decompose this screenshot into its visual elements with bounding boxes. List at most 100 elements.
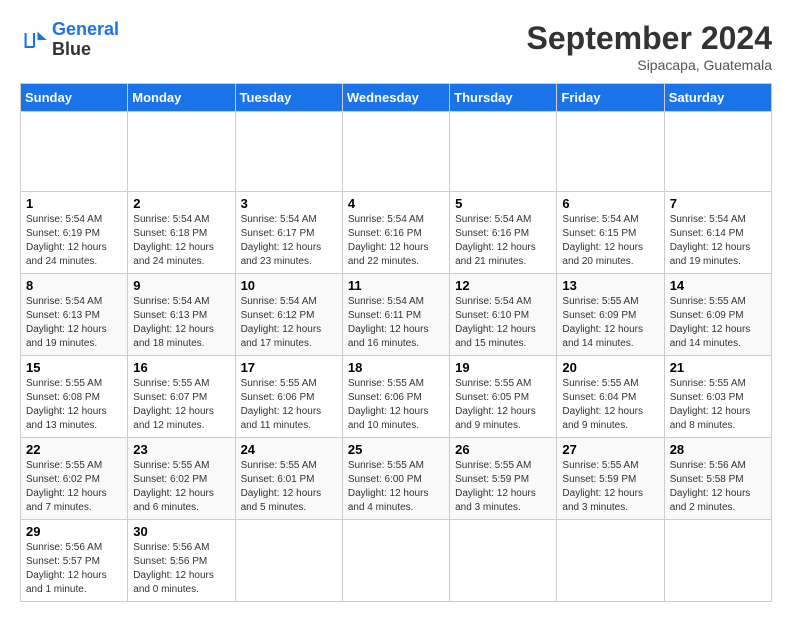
day-number: 27	[562, 442, 658, 457]
day-info: Sunrise: 5:54 AM Sunset: 6:10 PM Dayligh…	[455, 295, 551, 351]
calendar-table: Sunday Monday Tuesday Wednesday Thursday…	[20, 83, 772, 602]
header-sunday: Sunday	[21, 84, 128, 112]
day-info: Sunrise: 5:54 AM Sunset: 6:19 PM Dayligh…	[26, 213, 122, 269]
day-number: 24	[241, 442, 337, 457]
calendar-cell	[342, 520, 449, 602]
calendar-cell: 22 Sunrise: 5:55 AM Sunset: 6:02 PM Dayli…	[21, 438, 128, 520]
header-monday: Monday	[128, 84, 235, 112]
day-number: 8	[26, 278, 122, 293]
day-number: 22	[26, 442, 122, 457]
calendar-cell: 6 Sunrise: 5:54 AM Sunset: 6:15 PM Daylig…	[557, 192, 664, 274]
calendar-cell	[342, 112, 449, 192]
calendar-cell: 7 Sunrise: 5:54 AM Sunset: 6:14 PM Daylig…	[664, 192, 771, 274]
calendar-header-row: Sunday Monday Tuesday Wednesday Thursday…	[21, 84, 772, 112]
day-number: 3	[241, 196, 337, 211]
day-number: 30	[133, 524, 229, 539]
calendar-week-row: 29 Sunrise: 5:56 AM Sunset: 5:57 PM Dayli…	[21, 520, 772, 602]
day-info: Sunrise: 5:55 AM Sunset: 6:02 PM Dayligh…	[133, 459, 229, 515]
day-info: Sunrise: 5:54 AM Sunset: 6:14 PM Dayligh…	[670, 213, 766, 269]
day-number: 20	[562, 360, 658, 375]
calendar-cell	[664, 520, 771, 602]
calendar-cell	[450, 112, 557, 192]
day-number: 13	[562, 278, 658, 293]
logo-icon	[20, 26, 48, 54]
day-number: 25	[348, 442, 444, 457]
calendar-cell: 8 Sunrise: 5:54 AM Sunset: 6:13 PM Daylig…	[21, 274, 128, 356]
day-number: 5	[455, 196, 551, 211]
calendar-cell: 17 Sunrise: 5:55 AM Sunset: 6:06 PM Dayli…	[235, 356, 342, 438]
calendar-cell: 12 Sunrise: 5:54 AM Sunset: 6:10 PM Dayli…	[450, 274, 557, 356]
day-info: Sunrise: 5:55 AM Sunset: 5:59 PM Dayligh…	[455, 459, 551, 515]
calendar-cell: 29 Sunrise: 5:56 AM Sunset: 5:57 PM Dayli…	[21, 520, 128, 602]
day-number: 16	[133, 360, 229, 375]
day-info: Sunrise: 5:55 AM Sunset: 5:59 PM Dayligh…	[562, 459, 658, 515]
calendar-cell: 19Sunrise: 5:55 AM Sunset: 6:05 PM Dayli…	[450, 356, 557, 438]
day-number: 7	[670, 196, 766, 211]
day-info: Sunrise: 5:54 AM Sunset: 6:17 PM Dayligh…	[241, 213, 337, 269]
day-number: 12	[455, 278, 551, 293]
calendar-cell: 3 Sunrise: 5:54 AM Sunset: 6:17 PM Daylig…	[235, 192, 342, 274]
calendar-cell	[128, 112, 235, 192]
day-number: 26	[455, 442, 551, 457]
calendar-cell: 25Sunrise: 5:55 AM Sunset: 6:00 PM Dayli…	[342, 438, 449, 520]
logo: GeneralBlue	[20, 20, 119, 60]
calendar-cell: 15 Sunrise: 5:55 AM Sunset: 6:08 PM Dayli…	[21, 356, 128, 438]
day-info: Sunrise: 5:55 AM Sunset: 6:07 PM Dayligh…	[133, 377, 229, 433]
calendar-week-row: 22 Sunrise: 5:55 AM Sunset: 6:02 PM Dayli…	[21, 438, 772, 520]
header-thursday: Thursday	[450, 84, 557, 112]
day-number: 28	[670, 442, 766, 457]
calendar-week-row	[21, 112, 772, 192]
calendar-cell: 30Sunrise: 5:56 AM Sunset: 5:56 PM Dayli…	[128, 520, 235, 602]
page-header: GeneralBlue September 2024 Sipacapa, Gua…	[20, 20, 772, 73]
calendar-cell: 27 Sunrise: 5:55 AM Sunset: 5:59 PM Dayli…	[557, 438, 664, 520]
day-info: Sunrise: 5:54 AM Sunset: 6:13 PM Dayligh…	[26, 295, 122, 351]
day-number: 11	[348, 278, 444, 293]
calendar-cell: 10 Sunrise: 5:54 AM Sunset: 6:12 PM Dayli…	[235, 274, 342, 356]
day-info: Sunrise: 5:55 AM Sunset: 6:06 PM Dayligh…	[241, 377, 337, 433]
calendar-cell: 2Sunrise: 5:54 AM Sunset: 6:18 PM Daylig…	[128, 192, 235, 274]
day-info: Sunrise: 5:55 AM Sunset: 6:09 PM Dayligh…	[562, 295, 658, 351]
month-title: September 2024	[527, 20, 772, 57]
day-info: Sunrise: 5:55 AM Sunset: 6:09 PM Dayligh…	[670, 295, 766, 351]
day-number: 15	[26, 360, 122, 375]
day-info: Sunrise: 5:55 AM Sunset: 6:02 PM Dayligh…	[26, 459, 122, 515]
day-number: 4	[348, 196, 444, 211]
day-number: 10	[241, 278, 337, 293]
calendar-week-row: 1 Sunrise: 5:54 AM Sunset: 6:19 PM Daylig…	[21, 192, 772, 274]
day-number: 21	[670, 360, 766, 375]
day-number: 19	[455, 360, 551, 375]
calendar-cell	[235, 520, 342, 602]
calendar-cell: 26 Sunrise: 5:55 AM Sunset: 5:59 PM Dayli…	[450, 438, 557, 520]
day-info: Sunrise: 5:54 AM Sunset: 6:12 PM Dayligh…	[241, 295, 337, 351]
calendar-cell: 20Sunrise: 5:55 AM Sunset: 6:04 PM Dayli…	[557, 356, 664, 438]
day-number: 1	[26, 196, 122, 211]
day-info: Sunrise: 5:56 AM Sunset: 5:58 PM Dayligh…	[670, 459, 766, 515]
calendar-cell: 14 Sunrise: 5:55 AM Sunset: 6:09 PM Dayli…	[664, 274, 771, 356]
calendar-cell: 1 Sunrise: 5:54 AM Sunset: 6:19 PM Daylig…	[21, 192, 128, 274]
day-info: Sunrise: 5:55 AM Sunset: 6:08 PM Dayligh…	[26, 377, 122, 433]
calendar-cell	[557, 520, 664, 602]
calendar-cell: 16 Sunrise: 5:55 AM Sunset: 6:07 PM Dayli…	[128, 356, 235, 438]
day-number: 14	[670, 278, 766, 293]
calendar-cell: 23 Sunrise: 5:55 AM Sunset: 6:02 PM Dayli…	[128, 438, 235, 520]
day-number: 18	[348, 360, 444, 375]
location: Sipacapa, Guatemala	[527, 57, 772, 73]
day-info: Sunrise: 5:54 AM Sunset: 6:11 PM Dayligh…	[348, 295, 444, 351]
calendar-cell	[557, 112, 664, 192]
header-friday: Friday	[557, 84, 664, 112]
calendar-cell: 5Sunrise: 5:54 AM Sunset: 6:16 PM Daylig…	[450, 192, 557, 274]
header-tuesday: Tuesday	[235, 84, 342, 112]
day-info: Sunrise: 5:54 AM Sunset: 6:15 PM Dayligh…	[562, 213, 658, 269]
day-number: 6	[562, 196, 658, 211]
header-saturday: Saturday	[664, 84, 771, 112]
day-info: Sunrise: 5:54 AM Sunset: 6:13 PM Dayligh…	[133, 295, 229, 351]
logo-text: GeneralBlue	[52, 20, 119, 60]
day-number: 23	[133, 442, 229, 457]
day-info: Sunrise: 5:56 AM Sunset: 5:57 PM Dayligh…	[26, 541, 122, 597]
day-number: 29	[26, 524, 122, 539]
day-number: 9	[133, 278, 229, 293]
calendar-cell: 4Sunrise: 5:54 AM Sunset: 6:16 PM Daylig…	[342, 192, 449, 274]
title-block: September 2024 Sipacapa, Guatemala	[527, 20, 772, 73]
calendar-cell	[235, 112, 342, 192]
day-number: 17	[241, 360, 337, 375]
